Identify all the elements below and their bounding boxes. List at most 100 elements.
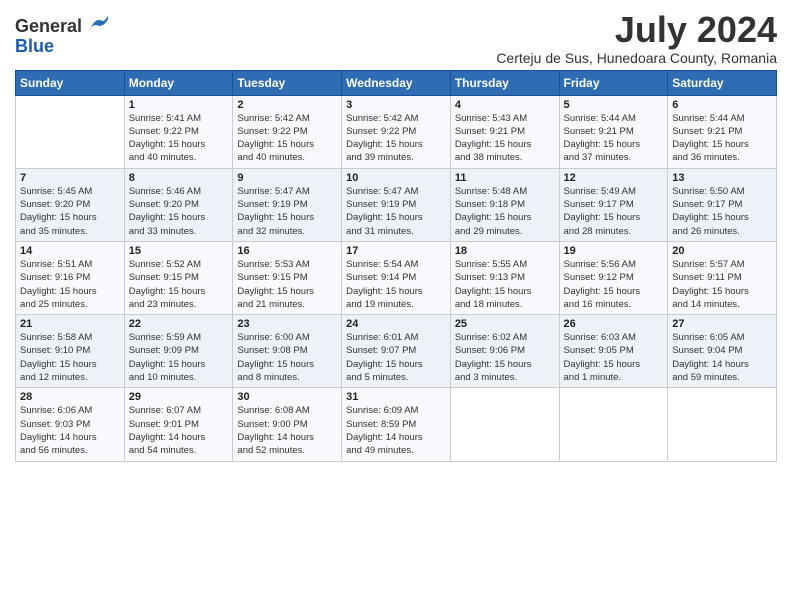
calendar-day-cell: 27Sunrise: 6:05 AM Sunset: 9:04 PM Dayli… bbox=[668, 315, 777, 388]
day-info: Sunrise: 6:03 AM Sunset: 9:05 PM Dayligh… bbox=[564, 331, 664, 384]
day-number: 24 bbox=[346, 318, 446, 330]
calendar-day-cell: 4Sunrise: 5:43 AM Sunset: 9:21 PM Daylig… bbox=[450, 95, 559, 168]
calendar-day-cell: 31Sunrise: 6:09 AM Sunset: 8:59 PM Dayli… bbox=[342, 388, 451, 461]
day-number: 14 bbox=[20, 245, 120, 257]
title-area: July 2024 Certeju de Sus, Hunedoara Coun… bbox=[496, 10, 777, 66]
day-number: 2 bbox=[237, 99, 337, 111]
day-number: 13 bbox=[672, 172, 772, 184]
day-number: 23 bbox=[237, 318, 337, 330]
logo-bird-icon bbox=[89, 14, 111, 32]
day-info: Sunrise: 5:47 AM Sunset: 9:19 PM Dayligh… bbox=[237, 185, 337, 238]
calendar-day-cell: 15Sunrise: 5:52 AM Sunset: 9:15 PM Dayli… bbox=[124, 241, 233, 314]
day-number: 3 bbox=[346, 99, 446, 111]
day-info: Sunrise: 5:55 AM Sunset: 9:13 PM Dayligh… bbox=[455, 258, 555, 311]
day-info: Sunrise: 5:47 AM Sunset: 9:19 PM Dayligh… bbox=[346, 185, 446, 238]
logo-general-text: General bbox=[15, 16, 82, 36]
calendar-day-cell: 5Sunrise: 5:44 AM Sunset: 9:21 PM Daylig… bbox=[559, 95, 668, 168]
day-info: Sunrise: 5:50 AM Sunset: 9:17 PM Dayligh… bbox=[672, 185, 772, 238]
day-number: 29 bbox=[129, 391, 229, 403]
day-info: Sunrise: 6:07 AM Sunset: 9:01 PM Dayligh… bbox=[129, 404, 229, 457]
calendar-day-cell: 29Sunrise: 6:07 AM Sunset: 9:01 PM Dayli… bbox=[124, 388, 233, 461]
weekday-header-cell: Tuesday bbox=[233, 70, 342, 95]
day-info: Sunrise: 6:00 AM Sunset: 9:08 PM Dayligh… bbox=[237, 331, 337, 384]
calendar-day-cell bbox=[16, 95, 125, 168]
day-number: 9 bbox=[237, 172, 337, 184]
day-number: 18 bbox=[455, 245, 555, 257]
day-number: 8 bbox=[129, 172, 229, 184]
calendar-day-cell: 10Sunrise: 5:47 AM Sunset: 9:19 PM Dayli… bbox=[342, 168, 451, 241]
day-number: 12 bbox=[564, 172, 664, 184]
day-info: Sunrise: 5:44 AM Sunset: 9:21 PM Dayligh… bbox=[672, 112, 772, 165]
day-number: 31 bbox=[346, 391, 446, 403]
weekday-header-cell: Saturday bbox=[668, 70, 777, 95]
calendar-day-cell: 28Sunrise: 6:06 AM Sunset: 9:03 PM Dayli… bbox=[16, 388, 125, 461]
day-number: 4 bbox=[455, 99, 555, 111]
day-info: Sunrise: 5:45 AM Sunset: 9:20 PM Dayligh… bbox=[20, 185, 120, 238]
day-number: 26 bbox=[564, 318, 664, 330]
calendar-day-cell: 24Sunrise: 6:01 AM Sunset: 9:07 PM Dayli… bbox=[342, 315, 451, 388]
calendar-day-cell: 26Sunrise: 6:03 AM Sunset: 9:05 PM Dayli… bbox=[559, 315, 668, 388]
calendar-day-cell: 21Sunrise: 5:58 AM Sunset: 9:10 PM Dayli… bbox=[16, 315, 125, 388]
day-number: 28 bbox=[20, 391, 120, 403]
calendar-week-row: 28Sunrise: 6:06 AM Sunset: 9:03 PM Dayli… bbox=[16, 388, 777, 461]
day-number: 5 bbox=[564, 99, 664, 111]
calendar-day-cell: 8Sunrise: 5:46 AM Sunset: 9:20 PM Daylig… bbox=[124, 168, 233, 241]
calendar-week-row: 14Sunrise: 5:51 AM Sunset: 9:16 PM Dayli… bbox=[16, 241, 777, 314]
weekday-header-row: SundayMondayTuesdayWednesdayThursdayFrid… bbox=[16, 70, 777, 95]
day-number: 27 bbox=[672, 318, 772, 330]
day-number: 10 bbox=[346, 172, 446, 184]
calendar-day-cell: 23Sunrise: 6:00 AM Sunset: 9:08 PM Dayli… bbox=[233, 315, 342, 388]
calendar-day-cell: 13Sunrise: 5:50 AM Sunset: 9:17 PM Dayli… bbox=[668, 168, 777, 241]
calendar-day-cell: 7Sunrise: 5:45 AM Sunset: 9:20 PM Daylig… bbox=[16, 168, 125, 241]
calendar-day-cell: 6Sunrise: 5:44 AM Sunset: 9:21 PM Daylig… bbox=[668, 95, 777, 168]
calendar-day-cell: 19Sunrise: 5:56 AM Sunset: 9:12 PM Dayli… bbox=[559, 241, 668, 314]
day-info: Sunrise: 5:42 AM Sunset: 9:22 PM Dayligh… bbox=[237, 112, 337, 165]
calendar-day-cell: 1Sunrise: 5:41 AM Sunset: 9:22 PM Daylig… bbox=[124, 95, 233, 168]
day-number: 19 bbox=[564, 245, 664, 257]
day-info: Sunrise: 5:56 AM Sunset: 9:12 PM Dayligh… bbox=[564, 258, 664, 311]
day-info: Sunrise: 5:59 AM Sunset: 9:09 PM Dayligh… bbox=[129, 331, 229, 384]
day-info: Sunrise: 5:43 AM Sunset: 9:21 PM Dayligh… bbox=[455, 112, 555, 165]
day-number: 21 bbox=[20, 318, 120, 330]
day-number: 11 bbox=[455, 172, 555, 184]
weekday-header-cell: Friday bbox=[559, 70, 668, 95]
calendar-day-cell: 14Sunrise: 5:51 AM Sunset: 9:16 PM Dayli… bbox=[16, 241, 125, 314]
calendar-day-cell: 20Sunrise: 5:57 AM Sunset: 9:11 PM Dayli… bbox=[668, 241, 777, 314]
page-header: General Blue July 2024 Certeju de Sus, H… bbox=[15, 10, 777, 66]
day-number: 30 bbox=[237, 391, 337, 403]
weekday-header-cell: Thursday bbox=[450, 70, 559, 95]
day-info: Sunrise: 6:09 AM Sunset: 8:59 PM Dayligh… bbox=[346, 404, 446, 457]
day-info: Sunrise: 5:51 AM Sunset: 9:16 PM Dayligh… bbox=[20, 258, 120, 311]
calendar-day-cell: 11Sunrise: 5:48 AM Sunset: 9:18 PM Dayli… bbox=[450, 168, 559, 241]
day-info: Sunrise: 6:05 AM Sunset: 9:04 PM Dayligh… bbox=[672, 331, 772, 384]
calendar-day-cell bbox=[668, 388, 777, 461]
day-info: Sunrise: 6:06 AM Sunset: 9:03 PM Dayligh… bbox=[20, 404, 120, 457]
calendar-day-cell: 22Sunrise: 5:59 AM Sunset: 9:09 PM Dayli… bbox=[124, 315, 233, 388]
calendar-body: 1Sunrise: 5:41 AM Sunset: 9:22 PM Daylig… bbox=[16, 95, 777, 461]
day-info: Sunrise: 6:08 AM Sunset: 9:00 PM Dayligh… bbox=[237, 404, 337, 457]
calendar-day-cell: 25Sunrise: 6:02 AM Sunset: 9:06 PM Dayli… bbox=[450, 315, 559, 388]
calendar-day-cell bbox=[559, 388, 668, 461]
month-title: July 2024 bbox=[496, 10, 777, 50]
day-number: 20 bbox=[672, 245, 772, 257]
day-info: Sunrise: 5:49 AM Sunset: 9:17 PM Dayligh… bbox=[564, 185, 664, 238]
day-info: Sunrise: 5:52 AM Sunset: 9:15 PM Dayligh… bbox=[129, 258, 229, 311]
day-number: 22 bbox=[129, 318, 229, 330]
calendar-day-cell: 12Sunrise: 5:49 AM Sunset: 9:17 PM Dayli… bbox=[559, 168, 668, 241]
day-info: Sunrise: 5:53 AM Sunset: 9:15 PM Dayligh… bbox=[237, 258, 337, 311]
calendar-day-cell: 2Sunrise: 5:42 AM Sunset: 9:22 PM Daylig… bbox=[233, 95, 342, 168]
logo: General Blue bbox=[15, 14, 111, 55]
calendar-week-row: 21Sunrise: 5:58 AM Sunset: 9:10 PM Dayli… bbox=[16, 315, 777, 388]
weekday-header-cell: Wednesday bbox=[342, 70, 451, 95]
day-info: Sunrise: 5:41 AM Sunset: 9:22 PM Dayligh… bbox=[129, 112, 229, 165]
day-number: 17 bbox=[346, 245, 446, 257]
calendar-table: SundayMondayTuesdayWednesdayThursdayFrid… bbox=[15, 70, 777, 462]
day-info: Sunrise: 5:48 AM Sunset: 9:18 PM Dayligh… bbox=[455, 185, 555, 238]
day-number: 15 bbox=[129, 245, 229, 257]
day-info: Sunrise: 5:58 AM Sunset: 9:10 PM Dayligh… bbox=[20, 331, 120, 384]
logo-blue-text: Blue bbox=[15, 37, 54, 55]
calendar-week-row: 1Sunrise: 5:41 AM Sunset: 9:22 PM Daylig… bbox=[16, 95, 777, 168]
day-number: 1 bbox=[129, 99, 229, 111]
day-info: Sunrise: 6:02 AM Sunset: 9:06 PM Dayligh… bbox=[455, 331, 555, 384]
calendar-day-cell bbox=[450, 388, 559, 461]
